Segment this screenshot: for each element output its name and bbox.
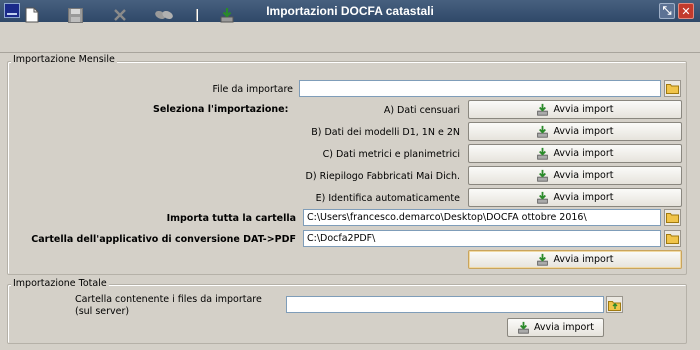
import-d-button-label: Avvia import bbox=[553, 170, 614, 181]
import-icon bbox=[537, 125, 549, 138]
import-c-button-label: Avvia import bbox=[553, 148, 614, 159]
folder-icon bbox=[666, 234, 679, 244]
monthly-import-legend: Importazione Mensile bbox=[11, 54, 117, 65]
file-to-import-input[interactable] bbox=[299, 80, 661, 97]
import-b-button-label: Avvia import bbox=[553, 126, 614, 137]
browse-server-folder-button[interactable] bbox=[606, 296, 623, 313]
import-folder-input[interactable]: C:\Users\francesco.demarco\Desktop\DOCFA… bbox=[303, 209, 661, 226]
import-icon bbox=[537, 169, 549, 182]
import-a-button-label: Avvia import bbox=[553, 104, 614, 115]
import-c-button[interactable]: Avvia import bbox=[468, 144, 682, 163]
server-folder-input[interactable] bbox=[286, 296, 604, 313]
server-folder-label-note: (sul server) bbox=[75, 306, 130, 317]
import-total-button-label: Avvia import bbox=[533, 322, 595, 333]
save-icon[interactable] bbox=[65, 5, 85, 25]
import-icon[interactable] bbox=[217, 5, 237, 25]
import-folder-label: Importa tutta la cartella bbox=[166, 213, 296, 224]
folder-icon bbox=[666, 84, 679, 94]
import-folder-button[interactable]: Avvia import bbox=[468, 250, 682, 269]
toolbar bbox=[0, 22, 700, 53]
import-e-button-label: Avvia import bbox=[553, 192, 614, 203]
import-total-button[interactable]: Avvia import bbox=[507, 318, 604, 337]
browse-folder-button[interactable] bbox=[664, 209, 681, 226]
option-e-label: E) Identifica automaticamente bbox=[315, 193, 460, 204]
import-icon bbox=[518, 321, 529, 334]
converter-folder-label: Cartella dell'applicativo di conversione… bbox=[31, 234, 296, 245]
total-import-legend: Importazione Totale bbox=[11, 278, 109, 289]
import-icon bbox=[537, 103, 549, 116]
toolbar-separator bbox=[196, 9, 198, 21]
import-icon bbox=[537, 191, 549, 204]
converter-folder-input[interactable]: C:\Docfa2PDF\ bbox=[303, 230, 661, 247]
import-d-button[interactable]: Avvia import bbox=[468, 166, 682, 185]
close-button[interactable]: ✕ bbox=[678, 3, 694, 19]
server-folder-label: Cartella contenente i files da importare bbox=[75, 294, 262, 305]
browse-file-button[interactable] bbox=[664, 80, 681, 97]
restore-button[interactable]: ⤡ bbox=[659, 3, 675, 19]
new-document-icon[interactable] bbox=[22, 5, 42, 25]
import-icon bbox=[537, 253, 549, 266]
import-e-button[interactable]: Avvia import bbox=[468, 188, 682, 207]
link-icon[interactable] bbox=[154, 5, 174, 25]
browse-converter-button[interactable] bbox=[664, 230, 681, 247]
file-to-import-label: File da importare bbox=[212, 84, 293, 95]
window-title: Importazioni DOCFA catastali bbox=[266, 4, 434, 18]
import-icon bbox=[537, 147, 549, 160]
option-c-label: C) Dati metrici e planimetrici bbox=[322, 149, 460, 160]
import-a-button[interactable]: Avvia import bbox=[468, 100, 682, 119]
folder-up-icon bbox=[608, 300, 621, 311]
option-b-label: B) Dati dei modelli D1, 1N e 2N bbox=[311, 127, 460, 138]
delete-icon[interactable] bbox=[110, 5, 130, 25]
import-b-button[interactable]: Avvia import bbox=[468, 122, 682, 141]
import-folder-button-label: Avvia import bbox=[553, 254, 614, 265]
option-d-label: D) Riepilogo Fabbricati Mai Dich. bbox=[305, 171, 460, 182]
folder-icon bbox=[666, 213, 679, 223]
option-a-label: A) Dati censuari bbox=[383, 105, 460, 116]
